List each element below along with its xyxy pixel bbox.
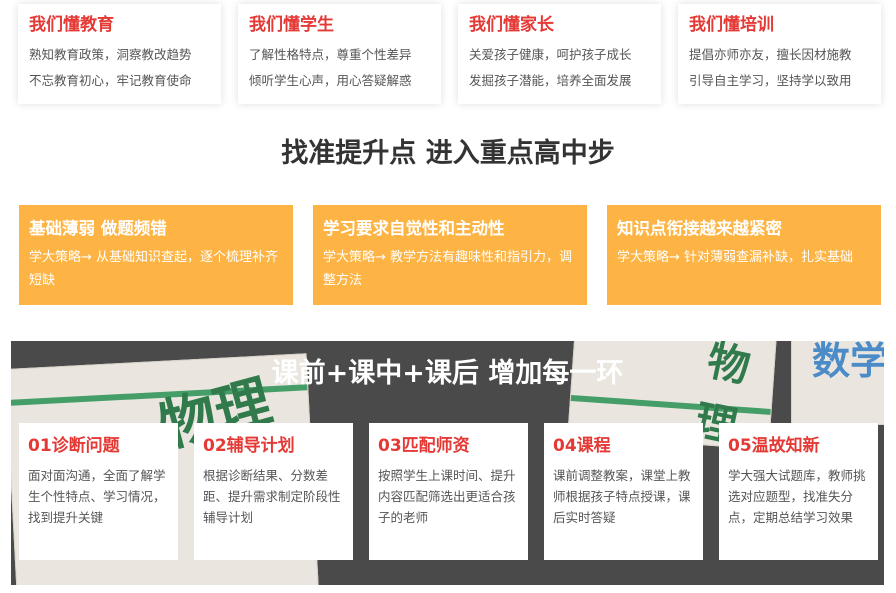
card-line: 发掘孩子潜能，培养全面发展: [469, 73, 632, 88]
process-steps: 01诊断问题 面对面沟通，全面了解学生个性特点、学习情况，找到提升关键 02辅导…: [19, 423, 878, 560]
step-review: 05温故知新 学大强大试题库，教师挑选对应题型，找准失分点，定期总结学习效果: [719, 423, 878, 560]
strategy-card-knowledge: 知识点衔接越来越紧密 学大策略→ 针对薄弱查漏补缺，扎实基础: [607, 205, 881, 305]
top-cards: 我们懂教育 熟知教育政策，洞察教改趋势 不忘教育初心，牢记教育使命 我们懂学生 …: [18, 4, 881, 104]
band-title: 课前+课中+课后 增加每一环: [271, 358, 624, 389]
card-line: 不忘教育初心，牢记教育使命: [29, 73, 192, 88]
step-title: 03匹配师资: [378, 436, 470, 456]
strategy-title: 知识点衔接越来越紧密: [617, 219, 782, 238]
step-desc: 课前调整教案，课堂上教师根据孩子特点授课，课后实时答疑: [553, 468, 691, 525]
step-desc: 根据诊断结果、分数差距、提升需求制定阶段性辅导计划: [203, 468, 341, 525]
step-desc: 学大强大试题库，教师挑选对应题型，找准失分点，定期总结学习效果: [728, 468, 866, 525]
card-line: 引导自主学习，坚持学以致用: [689, 73, 852, 88]
step-title: 02辅导计划: [203, 436, 295, 456]
card-line: 倾听学生心声，用心答疑解惑: [249, 73, 412, 88]
card-line: 了解性格特点，尊重个性差异: [249, 47, 412, 62]
step-course: 04课程 课前调整教案，课堂上教师根据孩子特点授课，课后实时答疑: [544, 423, 703, 560]
card-title: 我们懂学生: [249, 15, 334, 35]
step-title: 04课程: [553, 436, 611, 456]
strategy-card-initiative: 学习要求自觉性和主动性 学大策略→ 教学方法有趣味性和指引力，调整方法: [313, 205, 587, 305]
strategy-desc: 学大策略→ 教学方法有趣味性和指引力，调整方法: [323, 250, 573, 288]
step-match-teacher: 03匹配师资 按照学生上课时间、提升内容匹配筛选出更适合孩子的老师: [369, 423, 528, 560]
strategy-title: 基础薄弱 做题频错: [29, 219, 167, 238]
step-desc: 面对面沟通，全面了解学生个性特点、学习情况，找到提升关键: [28, 468, 166, 525]
card-line: 关爱孩子健康，呵护孩子成长: [469, 47, 632, 62]
strategy-title: 学习要求自觉性和主动性: [323, 219, 505, 238]
step-diagnose: 01诊断问题 面对面沟通，全面了解学生个性特点、学习情况，找到提升关键: [19, 423, 178, 560]
process-band: 物理 物理 数学 课前+课中+课后 增加每一环 01诊断问题 面对面沟通，全面了…: [11, 341, 884, 585]
card-title: 我们懂家长: [469, 15, 554, 35]
strategy-card-basics: 基础薄弱 做题频错 学大策略→ 从基础知识查起，逐个梳理补齐短缺: [19, 205, 293, 305]
strategy-desc: 学大策略→ 从基础知识查起，逐个梳理补齐短缺: [29, 250, 279, 288]
strategy-desc: 学大策略→ 针对薄弱查漏补缺，扎实基础: [617, 250, 854, 265]
step-title: 05温故知新: [728, 436, 820, 456]
card-training: 我们懂培训 提倡亦师亦友，擅长因材施教 引导自主学习，坚持学以致用: [678, 4, 881, 104]
page: 我们懂教育 熟知教育政策，洞察教改趋势 不忘教育初心，牢记教育使命 我们懂学生 …: [0, 0, 896, 593]
card-education: 我们懂教育 熟知教育政策，洞察教改趋势 不忘教育初心，牢记教育使命: [18, 4, 221, 104]
card-title: 我们懂教育: [29, 15, 114, 35]
step-title: 01诊断问题: [28, 436, 120, 456]
card-students: 我们懂学生 了解性格特点，尊重个性差异 倾听学生心声，用心答疑解惑: [238, 4, 441, 104]
strategy-cards: 基础薄弱 做题频错 学大策略→ 从基础知识查起，逐个梳理补齐短缺 学习要求自觉性…: [19, 205, 881, 305]
card-parents: 我们懂家长 关爱孩子健康，呵护孩子成长 发掘孩子潜能，培养全面发展: [458, 4, 661, 104]
card-title: 我们懂培训: [689, 15, 774, 35]
step-plan: 02辅导计划 根据诊断结果、分数差距、提升需求制定阶段性辅导计划: [194, 423, 353, 560]
step-desc: 按照学生上课时间、提升内容匹配筛选出更适合孩子的老师: [378, 468, 516, 525]
card-line: 熟知教育政策，洞察教改趋势: [29, 47, 192, 62]
card-line: 提倡亦师亦友，擅长因材施教: [689, 47, 852, 62]
section-title: 找准提升点 进入重点高中步: [281, 138, 615, 169]
